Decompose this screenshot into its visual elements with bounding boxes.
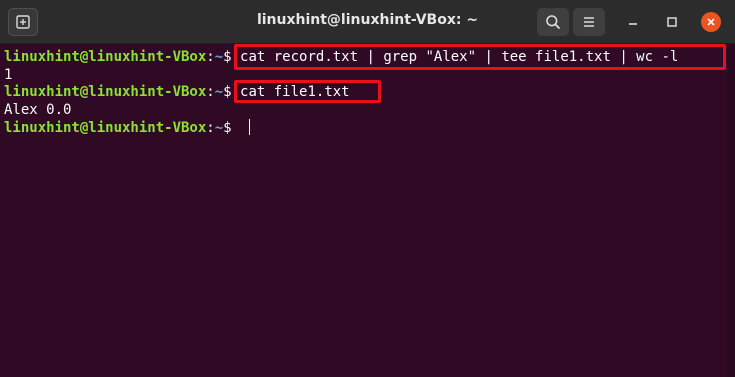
prompt-colon: : xyxy=(206,84,215,100)
command-highlight-box xyxy=(234,80,381,103)
prompt-colon: : xyxy=(206,120,215,136)
terminal-window: linuxhint@linuxhint-VBox: ~ linuxhint@li… xyxy=(0,0,735,377)
new-tab-icon xyxy=(16,15,30,29)
terminal-output-area[interactable]: linuxhint@linuxhint-VBox:~$ cat record.t… xyxy=(0,44,727,377)
terminal-line-prompt[interactable]: linuxhint@linuxhint-VBox:~$ xyxy=(4,119,251,137)
prompt-user: linuxhint@linuxhint-VBox xyxy=(4,49,207,65)
prompt-path: ~ xyxy=(214,84,224,100)
text-cursor xyxy=(249,119,251,135)
command-highlight-box xyxy=(234,44,726,70)
new-tab-button[interactable] xyxy=(8,8,38,36)
prompt-path: ~ xyxy=(214,120,224,136)
menu-button[interactable] xyxy=(573,8,605,36)
prompt-colon: : xyxy=(206,49,215,65)
terminal-scrollbar[interactable] xyxy=(727,44,735,377)
search-button[interactable] xyxy=(537,8,569,36)
terminal-line-output: Alex 0.0 xyxy=(4,102,72,118)
minimize-icon xyxy=(629,23,637,25)
minimize-button[interactable] xyxy=(623,12,643,32)
prompt-dollar: $ xyxy=(223,120,241,136)
hamburger-menu-icon xyxy=(584,17,594,27)
close-button[interactable] xyxy=(701,12,721,32)
search-icon xyxy=(546,15,560,29)
close-icon xyxy=(707,18,715,26)
prompt-user: linuxhint@linuxhint-VBox xyxy=(4,120,207,136)
title-bar: linuxhint@linuxhint-VBox: ~ xyxy=(0,0,735,44)
maximize-icon xyxy=(667,17,677,27)
maximize-button[interactable] xyxy=(662,12,682,32)
terminal-line-output: 1 xyxy=(4,67,13,83)
prompt-path: ~ xyxy=(214,49,224,65)
prompt-user: linuxhint@linuxhint-VBox xyxy=(4,84,207,100)
